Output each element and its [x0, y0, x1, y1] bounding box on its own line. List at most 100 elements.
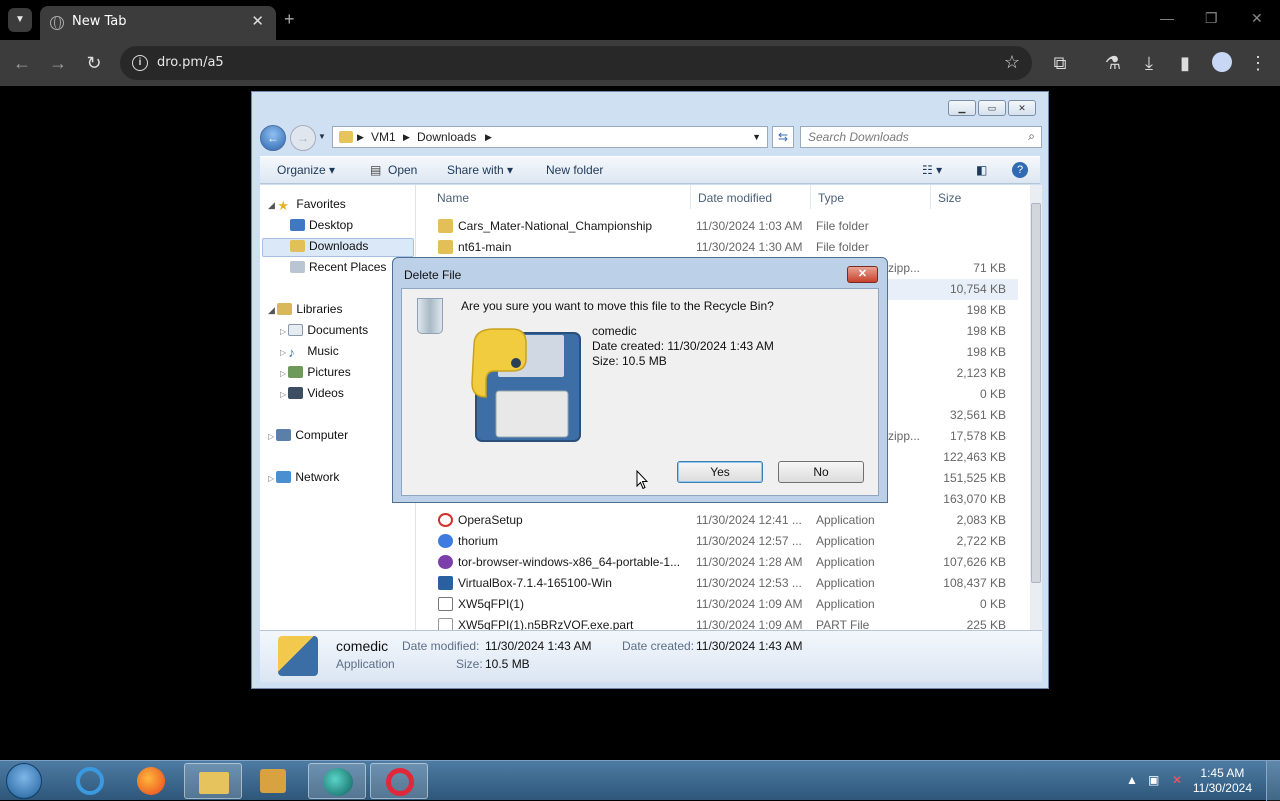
yes-button[interactable]: Yes: [677, 461, 763, 483]
tray-network-icon[interactable]: ▣: [1148, 773, 1159, 787]
side-panel-icon[interactable]: ▮: [1173, 52, 1197, 74]
dialog-date-created: Date created: 11/30/2024 1:43 AM: [592, 339, 774, 353]
close-tab-icon[interactable]: ✕: [251, 12, 264, 30]
address-dropdown-icon[interactable]: ▼: [752, 132, 761, 142]
dialog-size: Size: 10.5 MB: [592, 354, 667, 368]
file-row[interactable]: XW5qFPI(1) 11/30/2024 1:09 AM Application 0…: [418, 594, 1018, 615]
view-options-icon[interactable]: ☷ ▾: [922, 163, 942, 177]
nav-recent-places[interactable]: Recent Places: [290, 260, 386, 274]
nav-libraries[interactable]: ◢ Libraries: [268, 302, 342, 316]
file-row[interactable]: Cars_Mater-National_Championship 11/30/20…: [418, 216, 1018, 237]
recent-pages-chevron-icon[interactable]: ▼: [318, 132, 326, 141]
explorer-address-bar[interactable]: ▶ VM1 ▶ Downloads ▶ ▼: [332, 126, 768, 148]
column-name[interactable]: Name: [437, 191, 469, 205]
column-date-modified[interactable]: Date modified: [698, 191, 772, 205]
dialog-close-button[interactable]: ✕: [847, 266, 878, 283]
libraries-icon: [277, 303, 293, 315]
folder-icon: [438, 240, 453, 254]
new-folder-button[interactable]: New folder: [546, 163, 603, 177]
explorer-close-button[interactable]: ✕: [1008, 100, 1036, 116]
taskbar-opera[interactable]: [370, 763, 428, 799]
delete-file-dialog: Delete File ✕ Are you sure you want to m…: [392, 257, 888, 503]
explorer-maximize-button[interactable]: ▭: [978, 100, 1006, 116]
vertical-scrollbar[interactable]: [1030, 185, 1042, 630]
menu-icon[interactable]: ⋮: [1246, 52, 1270, 74]
nav-desktop[interactable]: Desktop: [290, 218, 353, 232]
nav-computer[interactable]: ▷ Computer: [268, 428, 348, 442]
reload-icon[interactable]: ↻: [82, 52, 106, 74]
folder-icon: [339, 131, 353, 143]
scrollbar-thumb[interactable]: [1031, 203, 1041, 583]
browser-tab[interactable]: New Tab ✕: [40, 6, 276, 40]
python-file-icon: [278, 636, 318, 676]
file-row[interactable]: OperaSetup 11/30/2024 12:41 ... Applicatio…: [418, 510, 1018, 531]
command-bar: Organize ▾ ▤ Open Share with ▾ New folde…: [260, 156, 1040, 184]
nav-network[interactable]: ▷ Network: [268, 470, 339, 484]
organize-button[interactable]: Organize ▾: [277, 163, 335, 177]
show-desktop-button[interactable]: [1266, 761, 1280, 801]
nav-favorites[interactable]: ◢ ★ Favorites: [268, 197, 346, 213]
tor-icon: [438, 555, 453, 569]
details-size-value: 10.5 MB: [485, 657, 530, 671]
details-created-value: 11/30/2024 1:43 AM: [696, 639, 803, 653]
folder-icon: [438, 219, 453, 233]
file-row[interactable]: tor-browser-windows-x86_64-portable-1...…: [418, 552, 1018, 573]
open-button[interactable]: Open: [388, 163, 417, 177]
file-row[interactable]: VirtualBox-7.1.4-165100-Win 11/30/2024 12…: [418, 573, 1018, 594]
address-bar[interactable]: i dro.pm/a5 ☆: [120, 46, 1032, 80]
file-row[interactable]: thorium 11/30/2024 12:57 ... Application 2,…: [418, 531, 1018, 552]
nav-downloads[interactable]: Downloads: [290, 239, 368, 253]
forward-icon[interactable]: →: [46, 52, 70, 74]
preview-pane-icon[interactable]: ◧: [976, 163, 987, 177]
taskbar-firefox[interactable]: [122, 763, 180, 799]
extensions-icon[interactable]: ⧉: [1048, 52, 1072, 74]
file-icon: [438, 618, 453, 630]
thorium-icon: [438, 534, 453, 548]
system-clock[interactable]: 1:45 AM 11/30/2024: [1193, 766, 1252, 796]
tab-title: New Tab: [72, 14, 127, 29]
profile-avatar-icon[interactable]: [1212, 52, 1232, 72]
new-tab-button[interactable]: +: [284, 9, 295, 30]
explorer-back-button[interactable]: ←: [260, 125, 286, 151]
downloads-icon[interactable]: ⤓: [1137, 52, 1161, 74]
browser-icon: [323, 768, 353, 796]
taskbar-chromium-browser[interactable]: [308, 763, 366, 799]
column-size[interactable]: Size: [938, 191, 961, 205]
application-icon: [438, 597, 453, 611]
share-with-button[interactable]: Share with ▾: [447, 163, 513, 177]
bookmark-star-icon[interactable]: ☆: [1004, 52, 1020, 73]
close-window-icon[interactable]: ✕: [1251, 10, 1263, 27]
taskbar-explorer[interactable]: [184, 763, 242, 799]
explorer-forward-button[interactable]: →: [290, 125, 316, 151]
downloads-folder-icon: [290, 240, 305, 252]
site-info-icon[interactable]: i: [132, 55, 148, 71]
nav-pictures[interactable]: ▷ Pictures: [280, 365, 351, 379]
file-row[interactable]: nt61-main 11/30/2024 1:30 AM File folder: [418, 237, 1018, 258]
minimize-icon[interactable]: —: [1160, 10, 1174, 26]
tray-volume-muted-icon[interactable]: ✕: [1172, 773, 1182, 787]
details-modified-value: 11/30/2024 1:43 AM: [485, 639, 592, 653]
breadcrumb-downloads[interactable]: Downloads: [417, 130, 476, 144]
column-type[interactable]: Type: [818, 191, 844, 205]
taskbar-media-player[interactable]: [244, 763, 302, 799]
nav-music[interactable]: ▷ ♪ Music: [280, 344, 339, 360]
refresh-icon[interactable]: ⇆: [772, 126, 794, 148]
no-button[interactable]: No: [778, 461, 864, 483]
breadcrumb-vm1[interactable]: VM1: [371, 130, 396, 144]
back-icon[interactable]: ←: [10, 52, 34, 74]
help-icon[interactable]: ?: [1012, 162, 1028, 178]
nav-documents[interactable]: ▷ Documents: [280, 323, 368, 337]
music-icon: ♪: [288, 345, 295, 360]
labs-icon[interactable]: ⚗: [1101, 52, 1125, 74]
tray-expand-icon[interactable]: ▲: [1126, 773, 1138, 787]
explorer-minimize-button[interactable]: ▁: [948, 100, 976, 116]
details-file-kind: Application: [336, 657, 395, 671]
tab-search-button[interactable]: ▼: [8, 8, 32, 32]
file-row[interactable]: XW5qFPI(1).n5BRzVOF.exe.part 11/30/2024 1…: [418, 615, 1018, 630]
computer-icon: [276, 429, 292, 441]
nav-videos[interactable]: ▷ Videos: [280, 386, 344, 400]
search-downloads-input[interactable]: Search Downloads ⌕: [800, 126, 1042, 148]
restore-icon[interactable]: ❐: [1205, 10, 1218, 27]
start-button[interactable]: [6, 763, 42, 799]
taskbar-internet-explorer[interactable]: [62, 763, 120, 799]
